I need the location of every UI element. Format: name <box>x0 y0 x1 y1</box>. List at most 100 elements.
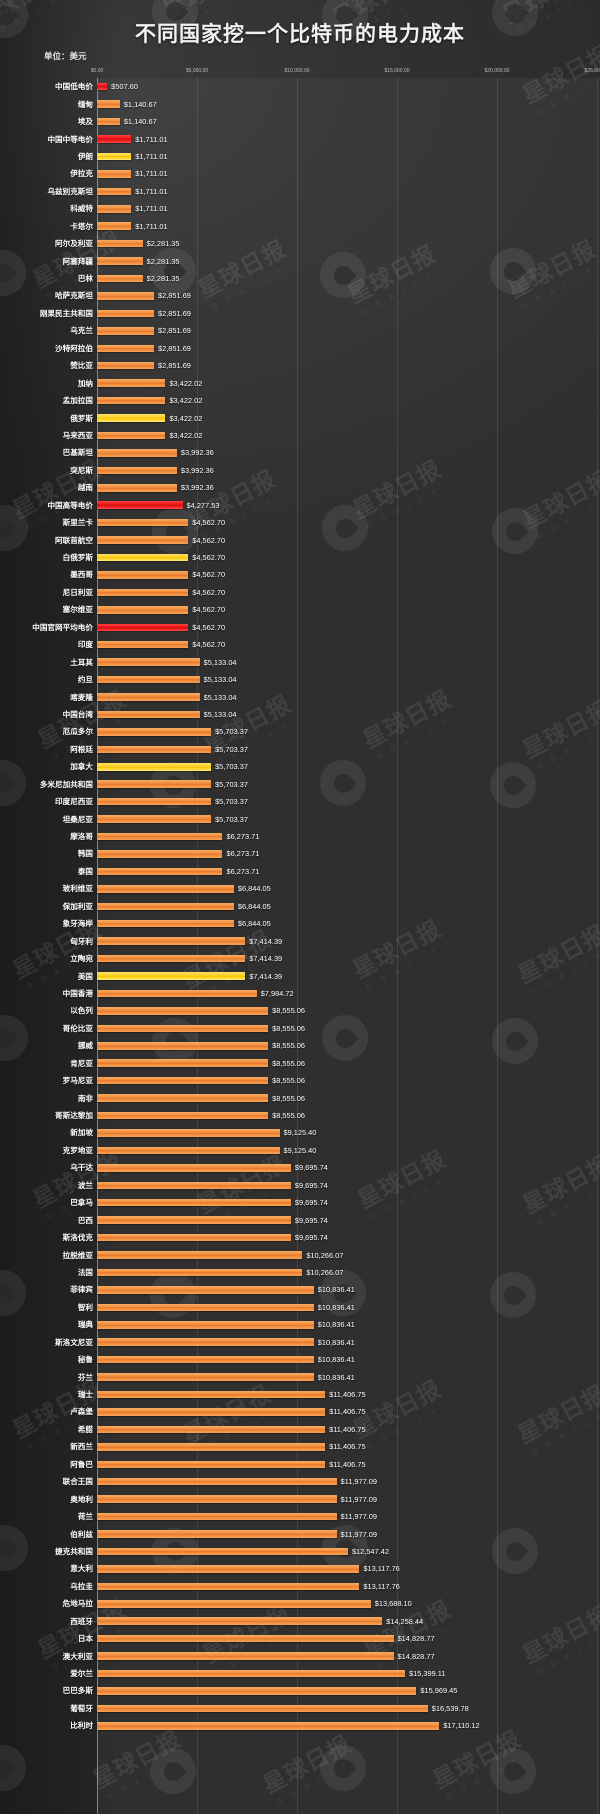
bar[interactable] <box>97 1094 269 1102</box>
bar[interactable] <box>97 972 246 980</box>
bar[interactable] <box>97 1216 291 1224</box>
bar[interactable] <box>97 82 108 91</box>
bar[interactable] <box>97 1582 360 1591</box>
bar[interactable] <box>97 1425 326 1434</box>
bar[interactable] <box>97 205 132 213</box>
bar[interactable] <box>97 658 200 666</box>
bar-value-label: $1,140.67 <box>123 99 157 109</box>
bar[interactable] <box>97 553 189 562</box>
bar[interactable] <box>97 640 189 649</box>
bar[interactable] <box>97 117 120 126</box>
bar[interactable] <box>97 292 155 300</box>
bar[interactable] <box>97 1024 269 1033</box>
bar[interactable] <box>97 274 143 283</box>
bar[interactable] <box>97 693 200 701</box>
bar[interactable] <box>97 501 183 509</box>
bar[interactable] <box>97 484 177 492</box>
bar[interactable] <box>97 361 155 370</box>
bar[interactable] <box>97 170 132 178</box>
bar[interactable] <box>97 780 212 788</box>
bar[interactable] <box>97 815 212 823</box>
bar[interactable] <box>97 536 189 544</box>
bar[interactable] <box>97 1477 337 1486</box>
bar[interactable] <box>97 710 200 719</box>
bar[interactable] <box>97 1617 383 1625</box>
bar[interactable] <box>97 1443 326 1451</box>
bar[interactable] <box>97 1722 440 1730</box>
bar[interactable] <box>97 763 212 771</box>
bar[interactable] <box>97 1687 417 1695</box>
bar[interactable] <box>97 239 143 248</box>
bar[interactable] <box>97 1338 314 1346</box>
bar[interactable] <box>97 1704 428 1713</box>
bar[interactable] <box>97 1164 291 1172</box>
bar[interactable] <box>97 1547 348 1556</box>
bar[interactable] <box>97 1198 291 1207</box>
bar-value-label: $2,281.35 <box>146 239 180 249</box>
bar[interactable] <box>97 954 246 963</box>
bar[interactable] <box>97 1390 326 1399</box>
bar[interactable] <box>97 623 189 632</box>
bar[interactable] <box>97 1181 291 1190</box>
bar[interactable] <box>97 1076 269 1085</box>
bar[interactable] <box>97 396 166 405</box>
bar[interactable] <box>97 1129 280 1137</box>
bar[interactable] <box>97 1251 303 1259</box>
bar[interactable] <box>97 309 155 318</box>
bar[interactable] <box>97 222 132 230</box>
bar[interactable] <box>97 100 120 108</box>
bar[interactable] <box>97 675 200 684</box>
bar[interactable] <box>97 728 212 736</box>
bar[interactable] <box>97 1373 314 1381</box>
bar[interactable] <box>97 867 223 876</box>
bar[interactable] <box>97 1460 326 1469</box>
bar[interactable] <box>97 919 234 928</box>
bar[interactable] <box>97 431 166 440</box>
bar[interactable] <box>97 1512 337 1521</box>
bar[interactable] <box>97 187 132 196</box>
bar[interactable] <box>97 832 223 841</box>
bar[interactable] <box>97 1286 314 1294</box>
bar[interactable] <box>97 571 189 579</box>
bar[interactable] <box>97 1355 314 1364</box>
bar[interactable] <box>97 1268 303 1277</box>
bar[interactable] <box>97 414 166 422</box>
bar[interactable] <box>97 1042 269 1050</box>
bar[interactable] <box>97 1634 394 1643</box>
bar[interactable] <box>97 1111 269 1120</box>
bar[interactable] <box>97 1565 360 1573</box>
bar[interactable] <box>97 1408 326 1416</box>
bar[interactable] <box>97 989 257 998</box>
bar[interactable] <box>97 1059 269 1067</box>
bar-track: $7,414.39 <box>97 967 600 984</box>
bar-category-label: 危地马拉 <box>62 1599 93 1609</box>
bar[interactable] <box>97 344 155 353</box>
bar[interactable] <box>97 885 234 893</box>
bar[interactable] <box>97 850 223 858</box>
bar[interactable] <box>97 449 177 457</box>
bar[interactable] <box>97 135 132 143</box>
bar[interactable] <box>97 1669 405 1678</box>
bar[interactable] <box>97 1652 394 1660</box>
bar[interactable] <box>97 937 246 945</box>
bar[interactable] <box>97 1600 371 1608</box>
bar[interactable] <box>97 606 189 614</box>
bar[interactable] <box>97 1233 291 1242</box>
bar[interactable] <box>97 902 234 911</box>
bar[interactable] <box>97 1007 269 1015</box>
bar[interactable] <box>97 1303 314 1312</box>
bar[interactable] <box>97 1495 337 1503</box>
bar[interactable] <box>97 152 132 161</box>
bar[interactable] <box>97 1321 314 1329</box>
bar[interactable] <box>97 327 155 335</box>
bar[interactable] <box>97 588 189 597</box>
bar[interactable] <box>97 797 212 806</box>
bar[interactable] <box>97 466 177 475</box>
bar[interactable] <box>97 379 166 387</box>
bar[interactable] <box>97 518 189 527</box>
bar-track: $6,844.05 <box>97 898 600 915</box>
bar[interactable] <box>97 1530 337 1538</box>
bar[interactable] <box>97 257 143 265</box>
bar[interactable] <box>97 745 212 754</box>
bar[interactable] <box>97 1146 280 1155</box>
